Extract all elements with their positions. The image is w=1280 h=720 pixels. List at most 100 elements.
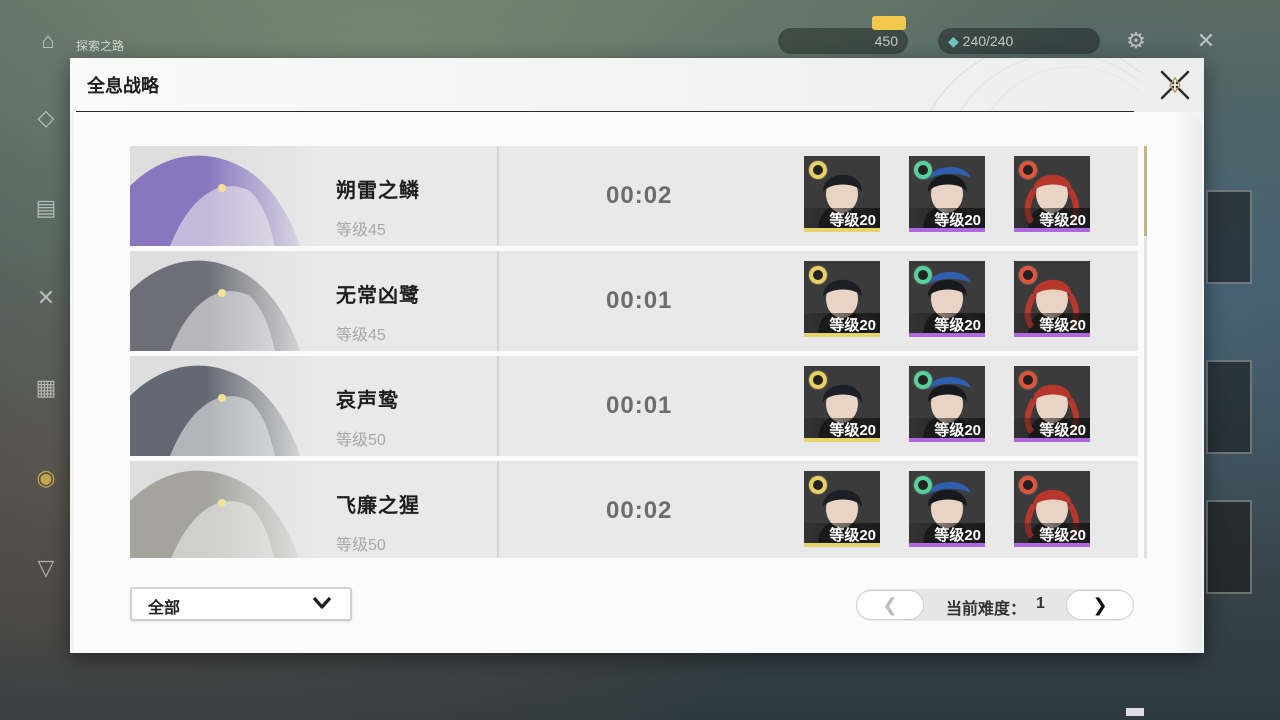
rarity-bar xyxy=(909,333,985,337)
boss-portrait xyxy=(130,356,320,456)
fusion-icon xyxy=(1018,370,1038,390)
team-member-card[interactable]: 等级20 xyxy=(804,471,880,547)
modal-title: 全息战略 xyxy=(87,76,159,96)
header-decoration xyxy=(929,58,1140,112)
difficulty-selector: ❮ 当前难度： 1 ❯ xyxy=(856,589,1134,621)
team-member-card[interactable]: 等级20 xyxy=(804,261,880,337)
difficulty-next-button[interactable]: ❯ xyxy=(1066,590,1134,620)
filter-dropdown[interactable]: 全部 xyxy=(130,587,352,621)
close-button[interactable] xyxy=(1156,66,1194,104)
member-level: 等级20 xyxy=(1039,422,1086,439)
rarity-bar xyxy=(1014,333,1090,337)
stamina-icon: ◆ xyxy=(948,33,959,49)
quest-icon[interactable]: ◇ xyxy=(28,100,64,136)
boss-row[interactable]: 无常凶鹭 等级45 00:01 等级20 等级20 等级20 xyxy=(130,251,1138,351)
currency-counter: 450 xyxy=(778,28,908,54)
shop-icon[interactable]: ▽ xyxy=(28,550,64,586)
background-card xyxy=(1206,360,1252,454)
member-level: 等级20 xyxy=(829,422,876,439)
boss-record-list[interactable]: 朔雷之鳞 等级45 00:02 等级20 等级20 等级20 无常凶鹭 等级45 00:01 等级… xyxy=(130,146,1150,558)
difficulty-prev-button[interactable]: ❮ xyxy=(856,590,924,620)
event-icon[interactable]: ◉ xyxy=(28,460,64,496)
body-edge-shade xyxy=(1172,112,1202,653)
stamina-value: 240/240 xyxy=(962,33,1014,49)
settings-icon[interactable]: ⚙ xyxy=(1120,25,1152,57)
chevron-down-icon xyxy=(312,596,332,609)
clear-time: 00:01 xyxy=(606,287,673,314)
team-member-card[interactable]: 等级20 xyxy=(804,156,880,232)
boss-name: 飞廉之猩 xyxy=(336,495,420,517)
boss-level: 等级50 xyxy=(336,432,386,449)
aero-icon xyxy=(913,160,933,180)
boss-portrait xyxy=(130,461,320,558)
member-level: 等级20 xyxy=(829,212,876,229)
member-level-strip: 等级20 xyxy=(909,418,985,439)
member-level-strip: 等级20 xyxy=(804,208,880,229)
team-member-card[interactable]: 等级20 xyxy=(909,471,985,547)
boss-level: 等级45 xyxy=(336,222,386,239)
boss-portrait xyxy=(130,251,320,351)
team-member-card[interactable]: 等级20 xyxy=(909,156,985,232)
member-level: 等级20 xyxy=(934,317,981,334)
member-level-strip: 等级20 xyxy=(1014,313,1090,334)
difficulty-label: 当前难度： xyxy=(946,601,1027,618)
member-level: 等级20 xyxy=(829,527,876,544)
clear-time: 00:02 xyxy=(606,497,673,524)
boss-name: 朔雷之鳞 xyxy=(336,180,420,202)
calendar-icon[interactable]: ▦ xyxy=(28,370,64,406)
clear-time: 00:01 xyxy=(606,392,673,419)
event-badge xyxy=(872,16,906,30)
rarity-bar xyxy=(804,543,880,547)
rarity-bar xyxy=(804,438,880,442)
corner-mark xyxy=(1126,708,1144,716)
scrollbar[interactable] xyxy=(1144,146,1147,558)
book-icon[interactable]: ▤ xyxy=(28,190,64,226)
boss-level: 等级45 xyxy=(336,327,386,344)
boss-name: 哀声鸷 xyxy=(336,390,399,412)
member-level: 等级20 xyxy=(1039,317,1086,334)
location-label: 探索之路 xyxy=(76,39,125,53)
fusion-icon xyxy=(1018,475,1038,495)
clear-time: 00:02 xyxy=(606,182,673,209)
team-member-card[interactable]: 等级20 xyxy=(804,366,880,442)
spectro-icon xyxy=(808,265,828,285)
team-member-card[interactable]: 等级20 xyxy=(909,366,985,442)
boss-row[interactable]: 朔雷之鳞等级45 00:02 等级20 等级20 等级20 xyxy=(130,146,1138,246)
filter-selected-value: 全部 xyxy=(148,600,181,617)
member-level: 等级20 xyxy=(934,527,981,544)
home-icon[interactable]: ⌂ xyxy=(32,25,64,57)
member-level-strip: 等级20 xyxy=(804,523,880,544)
close-x-icon xyxy=(1160,70,1190,100)
background-card-strip xyxy=(1206,190,1276,650)
background-card xyxy=(1206,500,1252,594)
boss-row[interactable]: 飞廉之猩等级50 00:02 等级20 等级20 等级20 xyxy=(130,461,1138,558)
row-divider xyxy=(497,356,499,456)
rarity-bar xyxy=(1014,438,1090,442)
rarity-bar xyxy=(1014,543,1090,547)
member-level: 等级20 xyxy=(1039,212,1086,229)
spectro-icon xyxy=(808,370,828,390)
member-level-strip: 等级20 xyxy=(909,208,985,229)
currency-value: 450 xyxy=(874,33,898,49)
member-level: 等级20 xyxy=(934,422,981,439)
team-member-card[interactable]: 等级20 xyxy=(1014,471,1090,547)
boss-portrait xyxy=(130,146,320,246)
member-level: 等级20 xyxy=(934,212,981,229)
rarity-bar xyxy=(909,228,985,232)
rarity-bar xyxy=(909,438,985,442)
top-hud: ⌂ 探索之路 450 ◆ 240/240 ⚙ ✕ xyxy=(0,0,1280,58)
exit-icon[interactable]: ✕ xyxy=(1190,25,1222,57)
rarity-bar xyxy=(1014,228,1090,232)
boss-row[interactable]: 哀声鸷等级50 00:01 等级20 等级20 等级20 xyxy=(130,356,1138,456)
fusion-icon xyxy=(1018,160,1038,180)
modal-header: 全息战略 xyxy=(70,58,1204,112)
row-divider xyxy=(497,461,499,558)
boss-level: 等级50 xyxy=(336,537,386,554)
battle-icon[interactable]: ✕ xyxy=(28,280,64,316)
scrollbar-thumb[interactable] xyxy=(1144,146,1147,236)
background-card xyxy=(1206,190,1252,284)
team-member-card[interactable]: 等级20 xyxy=(1014,261,1090,337)
team-member-card[interactable]: 等级20 xyxy=(1014,156,1090,232)
team-member-card[interactable]: 等级20 xyxy=(909,261,985,337)
team-member-card[interactable]: 等级20 xyxy=(1014,366,1090,442)
